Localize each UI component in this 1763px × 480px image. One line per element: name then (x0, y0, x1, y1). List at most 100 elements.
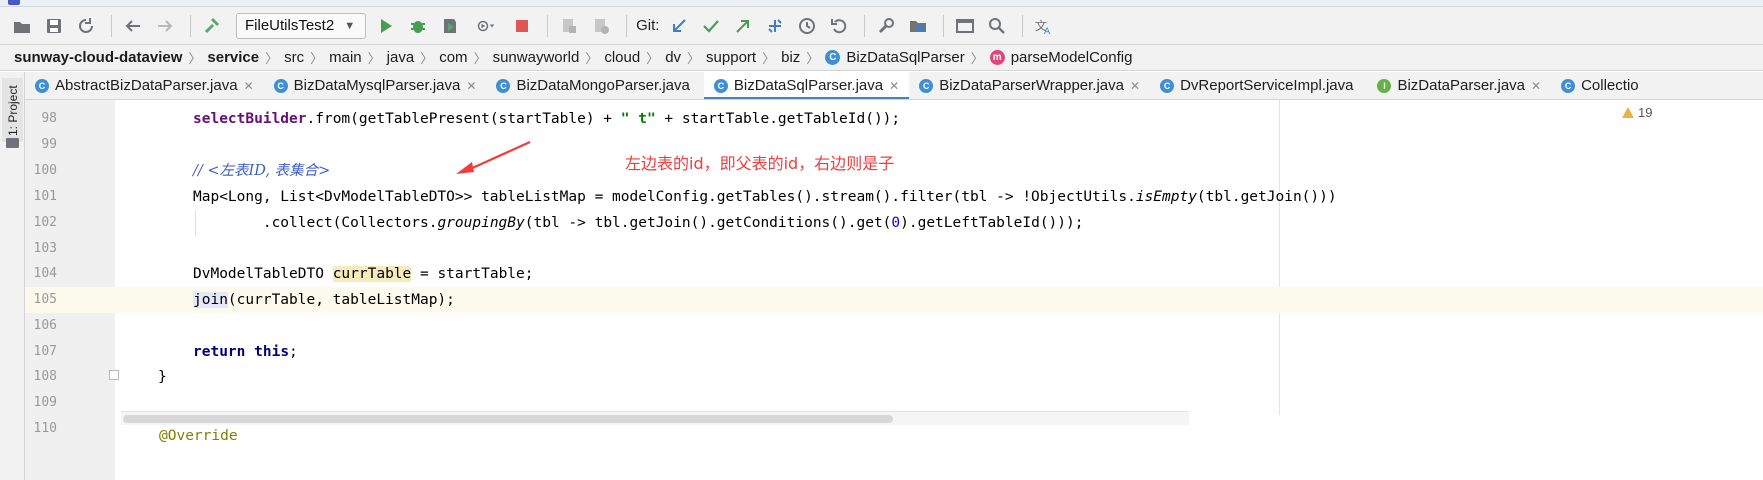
git-label: Git: (636, 17, 660, 34)
attach-debug-icon[interactable] (587, 12, 615, 40)
method-icon: m (989, 50, 1005, 65)
breadcrumb-folder[interactable]: main (329, 49, 362, 66)
line-number: 107 (33, 344, 57, 359)
breadcrumb-module[interactable]: sunway-cloud-dataview (14, 49, 182, 66)
search-icon[interactable] (983, 12, 1011, 40)
chevron-right-icon: 〉 (420, 51, 434, 66)
chevron-down-icon: ▼ (344, 19, 356, 32)
translate-icon[interactable]: 文A (1030, 12, 1058, 40)
project-tool-button[interactable]: 1: Project (2, 78, 23, 142)
tab-biz-data-parser-wrapper[interactable]: C BizDataParserWrapper.java ✕ (909, 72, 1150, 99)
git-pull-icon[interactable] (761, 12, 789, 40)
chevron-right-icon: 〉 (762, 51, 776, 66)
warnings-indicator[interactable]: 19 (1622, 105, 1652, 120)
back-icon[interactable] (119, 12, 147, 40)
close-icon[interactable]: ✕ (1531, 79, 1541, 93)
breadcrumb-class[interactable]: C BizDataSqlParser (825, 49, 965, 66)
line-number: 102 (33, 215, 57, 230)
breadcrumb-package[interactable]: sunwayworld (493, 49, 580, 66)
code-line-current: join(currTable, tableListMap); (115, 287, 1763, 313)
breadcrumb-package[interactable]: support (706, 49, 756, 66)
toolbar-separator (190, 14, 191, 37)
stop-icon[interactable] (508, 12, 536, 40)
class-icon: C (496, 78, 511, 93)
open-icon[interactable] (8, 12, 36, 40)
sync-icon[interactable] (72, 12, 100, 40)
app-logo (8, 0, 20, 5)
interface-icon: I (1377, 78, 1392, 93)
save-icon[interactable] (40, 12, 68, 40)
profile-icon[interactable] (468, 12, 504, 40)
code-line: return this; (193, 344, 298, 360)
class-icon: C (1160, 78, 1175, 93)
breadcrumb-package[interactable]: cloud (604, 49, 640, 66)
run-icon[interactable] (372, 12, 400, 40)
line-number-current: 105 (25, 287, 115, 313)
code-editor[interactable]: 98 99 100 101 102 103 104 105 106 107 10… (25, 100, 1763, 480)
code-comment: // <左表ID, 表集合> (193, 163, 331, 179)
git-commit-icon[interactable] (697, 12, 725, 40)
line-number: 104 (33, 266, 57, 281)
line-number: 103 (33, 241, 57, 256)
chevron-right-icon: 〉 (265, 51, 279, 66)
chevron-right-icon: 〉 (970, 51, 984, 66)
tab-collection[interactable]: C Collectio (1551, 72, 1649, 99)
project-tool-label: 1: Project (6, 85, 20, 136)
tab-biz-data-sql-parser[interactable]: C BizDataSqlParser.java ✕ (703, 72, 910, 99)
annotation-note: 左边表的id，即父表的id，右边则是子 (625, 154, 895, 173)
code-line: DvModelTableDTO currTable = startTable; (193, 266, 534, 282)
scrollbar-thumb[interactable] (123, 415, 893, 423)
settings-icon[interactable] (872, 12, 900, 40)
line-number: 98 (41, 111, 57, 126)
tab-biz-data-parser[interactable]: I BizDataParser.java ✕ (1367, 72, 1551, 99)
tab-label: BizDataMongoParser.java (516, 77, 690, 94)
tab-dv-report-service-impl[interactable]: C DvReportServiceImpl.java (1150, 72, 1367, 99)
terminal-icon[interactable] (951, 12, 979, 40)
tab-biz-data-mongo-parser[interactable]: C BizDataMongoParser.java (486, 72, 703, 99)
line-number: 100 (33, 163, 57, 178)
forward-icon[interactable] (151, 12, 179, 40)
breadcrumb-package[interactable]: biz (781, 49, 800, 66)
debug-icon[interactable] (404, 12, 432, 40)
git-push-icon[interactable] (729, 12, 757, 40)
line-number: 99 (41, 137, 57, 152)
code-line: } (158, 369, 167, 385)
attach-icon[interactable] (555, 12, 583, 40)
git-rollback-icon[interactable] (825, 12, 853, 40)
breadcrumb-folder[interactable]: src (284, 49, 304, 66)
close-icon[interactable]: ✕ (1130, 79, 1140, 93)
tab-label: BizDataParser.java (1397, 77, 1526, 94)
coverage-icon[interactable] (436, 12, 464, 40)
highlighted-variable: currTable (332, 266, 412, 282)
code-line: @Override (159, 428, 238, 444)
tab-label: Collectio (1581, 77, 1639, 94)
chevron-right-icon: 〉 (585, 51, 599, 66)
line-number: 109 (33, 395, 57, 410)
git-history-icon[interactable] (793, 12, 821, 40)
close-icon[interactable]: ✕ (244, 79, 254, 93)
breadcrumb-folder[interactable]: java (387, 49, 415, 66)
tab-biz-data-mysql-parser[interactable]: C BizDataMysqlParser.java ✕ (264, 72, 487, 99)
close-icon[interactable]: ✕ (466, 79, 476, 93)
tab-abstract-biz-data-parser[interactable]: C AbstractBizDataParser.java ✕ (25, 72, 264, 99)
close-icon[interactable]: ✕ (889, 79, 899, 93)
toolbar-separator (864, 14, 866, 37)
class-icon: C (713, 78, 728, 93)
method-call: join (193, 292, 228, 308)
run-configuration-select[interactable]: FileUtilsTest2 ▼ (236, 12, 367, 39)
main-toolbar: FileUtilsTest2 ▼ Git: 文 A (0, 7, 1763, 45)
horizontal-scrollbar[interactable] (121, 411, 1189, 425)
breadcrumb-method[interactable]: m parseModelConfig (989, 49, 1132, 66)
breadcrumb-submodule[interactable]: service (207, 49, 259, 66)
breadcrumb-package[interactable]: com (439, 49, 467, 66)
git-update-icon[interactable] (665, 12, 693, 40)
project-structure-icon[interactable] (904, 12, 932, 40)
build-icon[interactable] (198, 12, 226, 40)
class-icon: C (1561, 78, 1576, 93)
folder-icon (6, 138, 19, 148)
breadcrumb-package[interactable]: dv (665, 49, 681, 66)
code-line: selectBuilder.from(getTablePresent(start… (193, 111, 901, 127)
line-number-gutter[interactable]: 98 99 100 101 102 103 104 105 106 107 10… (25, 100, 119, 480)
chevron-right-icon: 〉 (310, 51, 324, 66)
navigation-breadcrumb: sunway-cloud-dataview 〉 service 〉 src 〉 … (0, 45, 1763, 71)
